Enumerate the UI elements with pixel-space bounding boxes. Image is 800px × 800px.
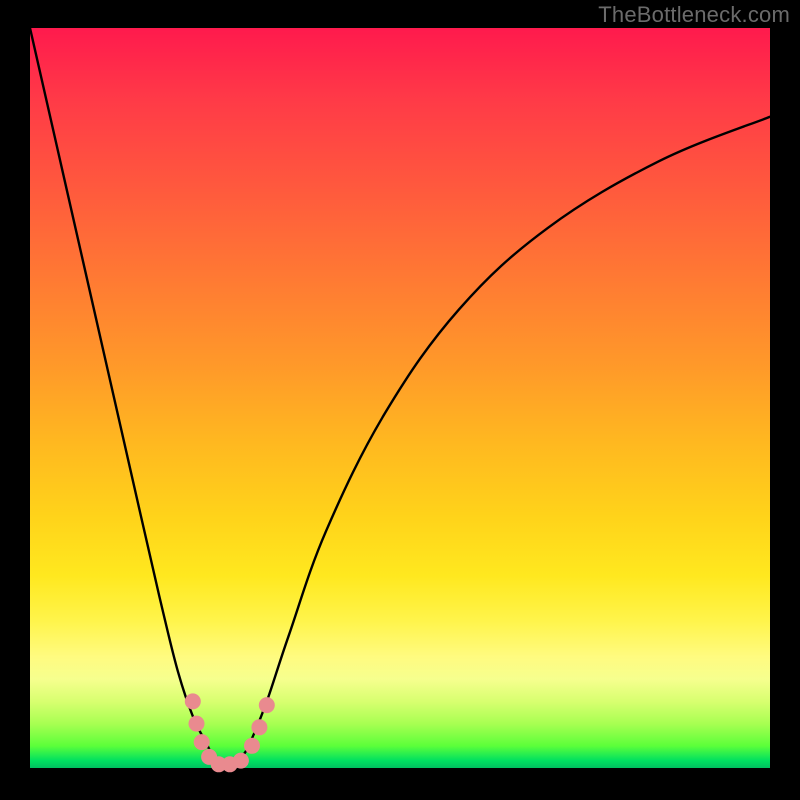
highlight-dots [185, 693, 275, 772]
highlight-dot [251, 719, 267, 735]
highlight-dot [244, 738, 260, 754]
highlight-dot [259, 697, 275, 713]
highlight-dot [189, 716, 205, 732]
bottleneck-curve [30, 28, 770, 769]
highlight-dot [233, 753, 249, 769]
plot-area [30, 28, 770, 768]
highlight-dot [194, 734, 210, 750]
curve-layer [30, 28, 770, 768]
chart-frame: TheBottleneck.com [0, 0, 800, 800]
watermark-text: TheBottleneck.com [598, 2, 790, 28]
highlight-dot [185, 693, 201, 709]
